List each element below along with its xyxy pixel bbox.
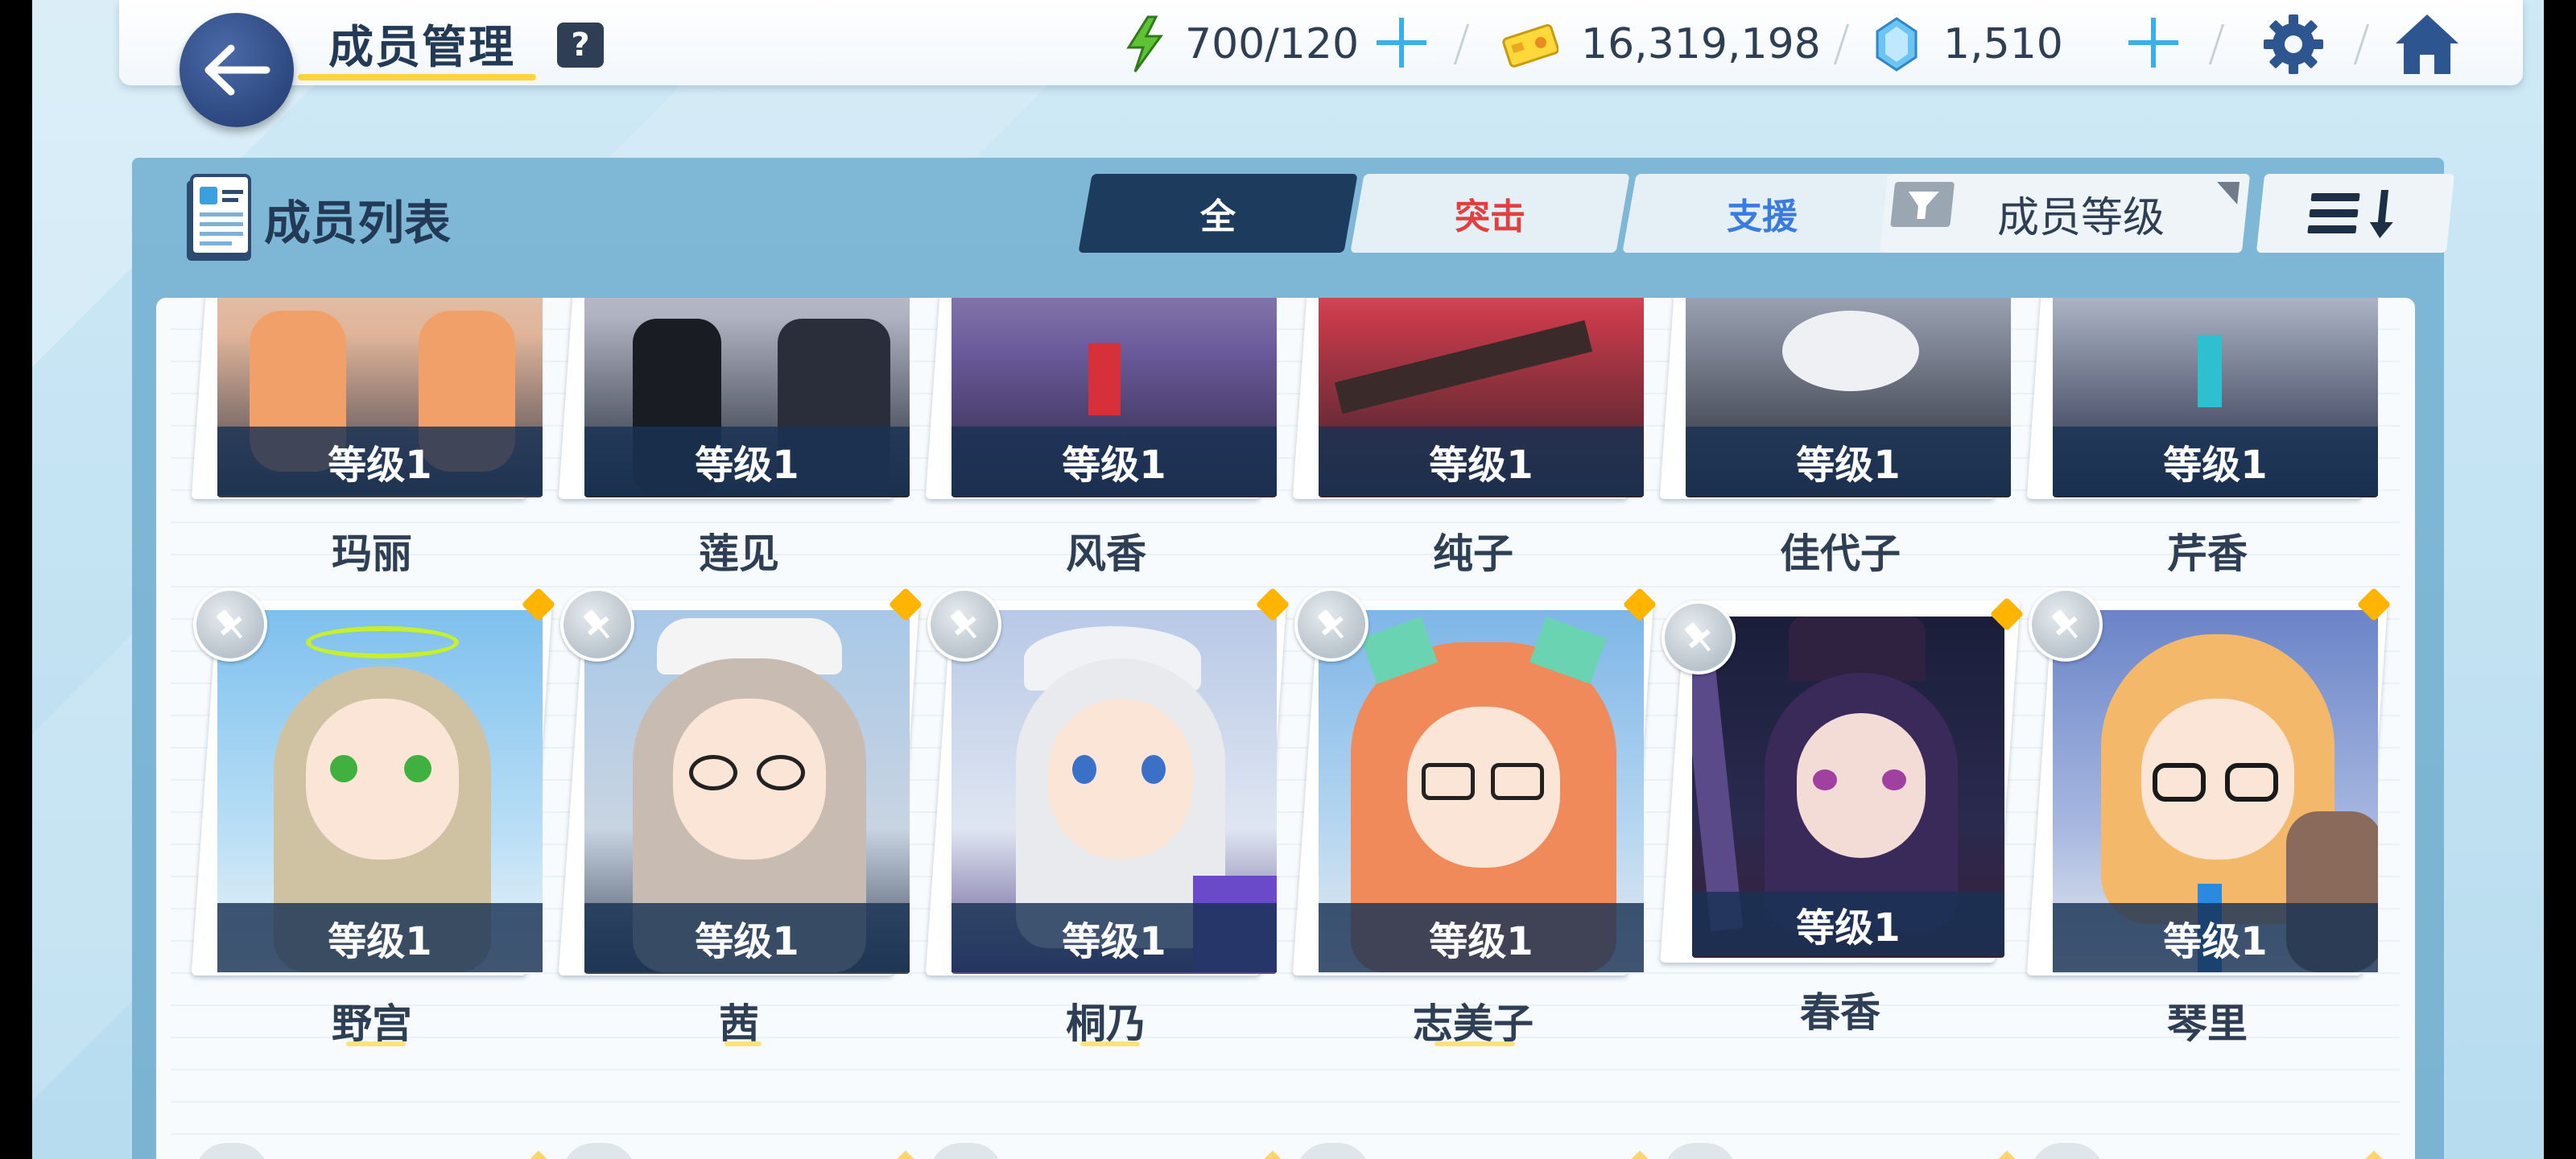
pin-icon: [2052, 609, 2079, 639]
student-grid-scroll: 等级1 玛丽 等级1 莲见 等级1 风香 等级1 纯子 等级1 佳代子 等级1 …: [171, 298, 2401, 1159]
next-row-card-edge: [1296, 1143, 1370, 1159]
level-badge: 等级1: [1319, 427, 1644, 496]
tab-special-label: 支援: [1727, 196, 1798, 237]
level-badge: 等级1: [952, 903, 1277, 972]
page-title: 成员管理: [328, 22, 515, 74]
level-badge: 等级1: [2053, 903, 2378, 972]
pin-icon: [1685, 622, 1711, 652]
student-name: 琴里: [2167, 1000, 2248, 1047]
ap-value: 700/120: [1185, 20, 1360, 68]
level-badge: 等级1: [2053, 427, 2378, 496]
next-row-card-edge: [2030, 1143, 2104, 1159]
credit-card-icon: [1502, 24, 1558, 68]
help-button[interactable]: ?: [557, 23, 604, 68]
next-row-dot: [2361, 1150, 2387, 1159]
name-underline: [1435, 1041, 1515, 1046]
student-name: 芹香: [2167, 530, 2248, 577]
student-name: 佳代子: [1780, 530, 1901, 577]
divider: [2353, 24, 2370, 64]
sort-order-button[interactable]: [2256, 174, 2455, 253]
filter-icon: [1890, 182, 1955, 227]
favorite-pin-button[interactable]: [927, 588, 1001, 662]
tab-all-label: 全: [1200, 196, 1236, 237]
credit-counter: 16,319,198: [1502, 16, 1821, 72]
pin-icon: [217, 609, 243, 639]
favorite-pin-button[interactable]: [193, 588, 267, 662]
student-name: 风香: [1066, 530, 1146, 577]
student-name: 纯子: [1433, 530, 1513, 577]
student-name: 莲见: [699, 530, 779, 577]
divider: [1833, 24, 1850, 64]
gem-icon: [1876, 17, 1918, 72]
name-underline: [346, 1041, 406, 1046]
add-gem-button[interactable]: [2127, 16, 2180, 69]
corner-indicator: [2215, 182, 2240, 204]
next-row-card-edge: [195, 1143, 269, 1159]
pin-icon: [1318, 609, 1344, 639]
level-badge: 等级1: [1319, 903, 1644, 972]
roster-icon: [180, 169, 258, 267]
title-underline: [298, 74, 536, 80]
credit-value: 16,319,198: [1581, 20, 1821, 68]
arrow-left-icon: [204, 44, 270, 96]
gear-icon: [2264, 14, 2323, 74]
back-button[interactable]: [180, 13, 294, 127]
divider: [2208, 24, 2225, 64]
favorite-pin-button[interactable]: [1662, 600, 1736, 674]
level-badge: 等级1: [1692, 892, 2004, 956]
name-underline: [1080, 1041, 1140, 1046]
top-bar: 成员管理 ? 700/120 16,319,198 1,510: [119, 0, 2523, 85]
student-name: 春香: [1800, 989, 1880, 1036]
favorite-pin-button[interactable]: [560, 588, 634, 662]
sort-field-button[interactable]: 成员等级: [1879, 174, 2251, 253]
level-badge: 等级1: [584, 903, 910, 972]
student-list-panel: 成员列表 全 突击 支援 成员等级 等级1 玛丽 等级1 莲见 等级1 风香 等…: [132, 158, 2455, 1159]
student-grid: 等级1 玛丽 等级1 莲见 等级1 风香 等级1 纯子 等级1 佳代子 等级1 …: [156, 298, 2415, 1159]
level-badge: 等级1: [217, 903, 543, 972]
panel-header: 成员列表 全 突击 支援 成员等级: [132, 158, 2455, 270]
next-row-dot: [1627, 1150, 1653, 1159]
home-button[interactable]: [2392, 11, 2462, 77]
tab-special[interactable]: 支援: [1622, 174, 1902, 253]
type-filter-tabs: 全 突击 支援: [1078, 174, 1902, 253]
ap-counter: 700/120: [1124, 15, 1360, 72]
level-badge: 等级1: [217, 427, 543, 496]
lightning-icon: [1126, 15, 1163, 72]
panel-title: 成员列表: [264, 196, 452, 250]
tab-all[interactable]: 全: [1078, 174, 1358, 253]
settings-button[interactable]: [2260, 11, 2326, 77]
game-screen: 成员管理 ? 700/120 16,319,198 1,510 成员列表 全 突…: [32, 0, 2544, 1159]
gem-counter: 1,510: [1874, 16, 2063, 72]
student-name: 玛丽: [332, 530, 412, 577]
sort-descending-icon: [2307, 190, 2393, 238]
favorite-pin-button[interactable]: [2029, 588, 2103, 662]
next-row-dot: [1260, 1150, 1286, 1159]
next-row-dot: [1994, 1150, 2020, 1159]
sort-field-label: 成员等级: [1996, 193, 2165, 242]
next-row-card-edge: [562, 1143, 636, 1159]
gem-value: 1,510: [1943, 20, 2063, 68]
next-row-dot: [526, 1150, 551, 1159]
divider: [1453, 24, 1470, 64]
tab-striker-label: 突击: [1455, 196, 1525, 237]
next-row-dot: [893, 1150, 919, 1159]
add-ap-button[interactable]: [1375, 16, 1428, 69]
next-row-card-edge: [929, 1143, 1003, 1159]
pin-icon: [584, 609, 610, 639]
next-row-card-edge: [1663, 1143, 1737, 1159]
pin-icon: [951, 609, 977, 639]
level-badge: 等级1: [1686, 427, 2011, 496]
favorite-pin-button[interactable]: [1294, 588, 1368, 662]
level-badge: 等级1: [952, 427, 1277, 496]
level-badge: 等级1: [584, 427, 910, 496]
tab-striker[interactable]: 突击: [1350, 174, 1630, 253]
home-icon: [2396, 14, 2458, 74]
name-underline: [724, 1041, 762, 1046]
